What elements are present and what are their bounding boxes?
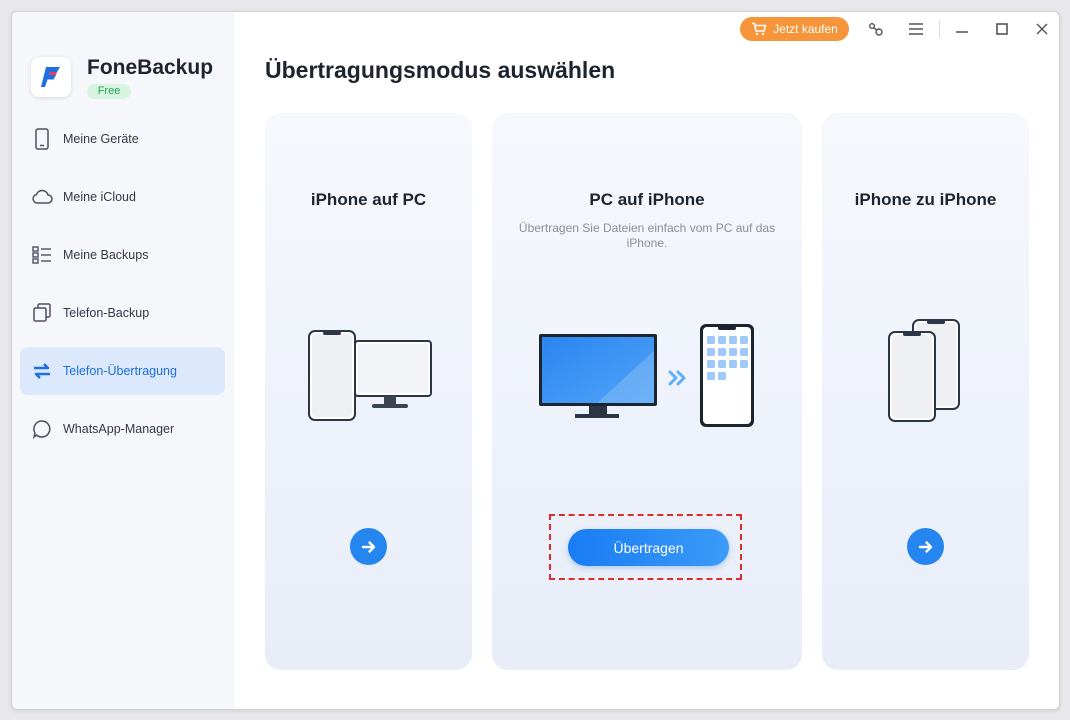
close-icon[interactable]	[1031, 18, 1053, 40]
card-pc-auf-iphone[interactable]: PC auf iPhone Übertragen Sie Dateien ein…	[492, 113, 802, 670]
transfer-icon	[31, 360, 53, 382]
buy-button[interactable]: Jetzt kaufen	[740, 17, 849, 41]
edition-badge: Free	[87, 84, 131, 99]
sidebar-item-label: WhatsApp-Manager	[63, 422, 175, 436]
sidebar-item-telefon-uebertragung[interactable]: Telefon-Übertragung	[20, 347, 225, 395]
sidebar-item-label: Telefon-Übertragung	[63, 364, 177, 378]
card-title: PC auf iPhone	[589, 190, 705, 209]
sidebar-item-label: Meine Geräte	[63, 132, 139, 146]
transfer-button[interactable]: Übertragen	[568, 529, 729, 566]
sidebar-nav: Meine Geräte Meine iCloud Meine Backups …	[20, 115, 225, 463]
sidebar: FoneBackup Free Meine Geräte Meine iClou…	[12, 12, 234, 709]
minimize-icon[interactable]	[951, 18, 973, 40]
cart-icon	[752, 22, 767, 36]
card-iphone-zu-iphone[interactable]: iPhone zu iPhone	[822, 113, 1029, 670]
transfer-highlight: Übertragen	[549, 514, 742, 580]
card-iphone-auf-pc[interactable]: iPhone auf PC	[265, 113, 472, 670]
main-area: Jetzt kaufen Übertragungsmodus auswählen…	[234, 12, 1059, 709]
card-arrow-button[interactable]	[907, 528, 944, 565]
sidebar-item-label: Meine iCloud	[63, 190, 136, 204]
arrow-right-icon	[361, 540, 375, 553]
toolbar-divider	[939, 21, 940, 38]
cloud-icon	[31, 186, 53, 208]
menu-icon[interactable]	[905, 18, 927, 40]
card-title: iPhone auf PC	[310, 190, 427, 209]
sidebar-item-telefon-backup[interactable]: Telefon-Backup	[20, 289, 225, 337]
key-icon[interactable]	[865, 18, 887, 40]
sidebar-item-label: Telefon-Backup	[63, 306, 150, 320]
sidebar-item-label: Meine Backups	[63, 248, 149, 262]
card-title: iPhone zu iPhone	[854, 190, 997, 209]
page-title: Übertragungsmodus auswählen	[265, 57, 616, 83]
app-window: FoneBackup Free Meine Geräte Meine iClou…	[11, 11, 1060, 710]
sidebar-item-meine-icloud[interactable]: Meine iCloud	[20, 173, 225, 221]
maximize-icon[interactable]	[991, 18, 1013, 40]
phone-icon	[31, 128, 53, 150]
iphone-to-pc-illustration-icon	[308, 330, 432, 421]
iphone-to-iphone-illustration-icon	[888, 319, 960, 422]
app-logo	[31, 57, 71, 97]
fonebackup-logo-icon	[41, 67, 60, 87]
pc-to-iphone-illustration-icon	[539, 324, 754, 427]
sidebar-item-meine-backups[interactable]: Meine Backups	[20, 231, 225, 279]
chat-icon	[31, 418, 53, 440]
buy-button-label: Jetzt kaufen	[773, 22, 838, 36]
sidebar-item-meine-geraete[interactable]: Meine Geräte	[20, 115, 225, 163]
card-arrow-button[interactable]	[350, 528, 387, 565]
sidebar-item-whatsapp-manager[interactable]: WhatsApp-Manager	[20, 405, 225, 453]
list-icon	[31, 244, 53, 266]
arrow-right-icon	[918, 540, 932, 553]
card-description: Übertragen Sie Dateien einfach vom PC au…	[518, 221, 776, 250]
copy-icon	[31, 302, 53, 324]
app-name: FoneBackup	[87, 56, 214, 79]
